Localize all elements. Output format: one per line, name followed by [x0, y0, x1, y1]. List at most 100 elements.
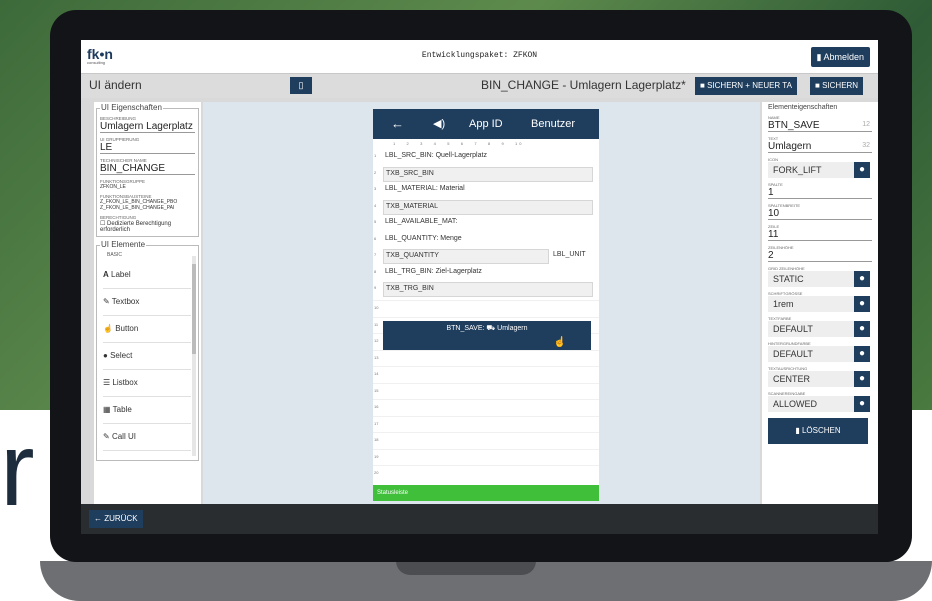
phone-header: ← ◀) App ID Benutzer	[373, 109, 599, 139]
delete-button[interactable]: ▮ LÖSCHEN	[768, 418, 868, 444]
dropdown-icon[interactable]: ●	[854, 346, 870, 362]
ui-group-input[interactable]: LE	[100, 142, 195, 154]
row-number: 10	[374, 305, 379, 310]
row-number: 1	[374, 153, 377, 158]
textbox-name: TXB_MATERIAL	[386, 202, 438, 210]
dropdown-icon[interactable]: ●	[854, 321, 870, 337]
grid-row: 2 TXB_SRC_BIN	[373, 166, 599, 182]
row-number: 5	[374, 219, 377, 224]
edit-icon: ✎	[103, 432, 110, 441]
text-align-select[interactable]: CENTER ●	[768, 371, 870, 387]
row-number: 2	[374, 169, 377, 175]
laptop-notch	[396, 561, 536, 575]
grid-row: 17	[373, 415, 599, 433]
btn-save-element[interactable]: BTN_SAVE: ⛟ Umlagern ☝	[383, 321, 591, 350]
back-arrow-icon[interactable]: ←	[391, 116, 404, 131]
element-label[interactable]: LBL_SRC_BIN: Quell-Lagerplatz	[385, 152, 487, 159]
save-new-button[interactable]: ■ SICHERN + NEUER TA	[695, 77, 797, 95]
grid-row: 19	[373, 448, 599, 466]
right-panel: Elementeigenschaften NAME BTN_SAVE 12 TEX…	[762, 102, 878, 534]
dropdown-icon[interactable]: ●	[854, 271, 870, 287]
element-call-ui[interactable]: ✎ Call UI	[103, 424, 191, 451]
row-number: 14	[374, 371, 379, 376]
auth-checkbox[interactable]: ☐ Dedizierte Berechtigung erforderlich	[100, 220, 195, 233]
font-size-select[interactable]: 1rem ●	[768, 296, 870, 312]
bg-color-select[interactable]: DEFAULT ●	[768, 346, 870, 362]
row-input[interactable]: 11	[768, 229, 872, 241]
save-button[interactable]: ■ SICHERN	[810, 77, 864, 95]
mobile-icon: ▯	[298, 80, 304, 90]
row-number: 16	[374, 404, 379, 409]
dropdown-icon[interactable]: ●	[854, 296, 870, 312]
element-props-title: Elementeigenschaften	[768, 104, 838, 111]
text-color-select[interactable]: DEFAULT ●	[768, 321, 870, 337]
row-number: 7	[374, 252, 377, 257]
bottom-bar: ← ZURÜCK	[81, 504, 878, 534]
list-icon: ☰	[103, 378, 111, 387]
grid-row: 16	[373, 399, 599, 416]
column-numbers: 1 2 3 4 5 6 7 8 9 10	[393, 141, 524, 146]
row-number: 19	[374, 453, 379, 459]
text-input[interactable]: Umlagern 32	[768, 141, 872, 153]
icon-select[interactable]: FORK_LIFT ●	[768, 162, 870, 178]
row-number: 13	[374, 354, 379, 360]
design-canvas: ← ◀) App ID Benutzer 1 2 3 4 5 6 7 8 9 1…	[203, 102, 760, 534]
grid-row: 3 LBL_MATERIAL: Material	[373, 182, 599, 198]
user-label: Benutzer	[531, 118, 576, 130]
app-screen: fk•n consulting Entwicklungspaket: ZFKON …	[81, 40, 878, 534]
row-number: 9	[374, 285, 377, 290]
grid-row: 18	[373, 432, 599, 449]
element-label[interactable]: LBL_QUANTITY: Menge	[385, 235, 462, 242]
element-label[interactable]: LBL_MATERIAL: Material	[385, 185, 465, 192]
user-icon: ▮	[816, 52, 822, 62]
row-number: 6	[374, 235, 377, 241]
scrollbar-thumb[interactable]	[192, 264, 196, 354]
element-button[interactable]: ☝ Button	[103, 316, 191, 343]
grid-row: 10	[373, 300, 599, 317]
mobile-preview-button[interactable]: ▯	[290, 77, 312, 94]
element-textbox[interactable]: TXB_SRC_BIN	[383, 166, 593, 182]
element-table[interactable]: ▦ Table	[103, 397, 191, 424]
package-title: Entwicklungspaket: ZFKON	[421, 51, 538, 60]
element-textbox[interactable]: ✎ Textbox	[103, 289, 191, 316]
element-textbox[interactable]: TXB_MATERIAL	[383, 199, 593, 215]
width-input[interactable]: 10	[768, 208, 872, 220]
dropdown-icon[interactable]: ●	[854, 396, 870, 412]
grid-height-select[interactable]: STATIC ●	[768, 271, 870, 287]
element-textbox[interactable]: TXB_QUANTITY	[383, 249, 549, 264]
dropdown-icon[interactable]: ●	[854, 162, 870, 178]
dropdown-icon[interactable]: ●	[854, 371, 870, 387]
element-label[interactable]: LBL_AVAILABLE_MAT:	[385, 218, 457, 225]
element-label[interactable]: LBL_TRG_BIN: Ziel-Lagerplatz	[385, 268, 482, 275]
column-input[interactable]: 1	[768, 187, 872, 199]
floppy-icon: ■	[700, 81, 705, 90]
page-title: UI ändern	[89, 78, 142, 92]
element-listbox[interactable]: ☰ Listbox	[103, 370, 191, 397]
grid-row: 15	[373, 382, 599, 400]
textbox-name: TXB_QUANTITY	[386, 252, 439, 259]
back-button[interactable]: ← ZURÜCK	[89, 510, 143, 528]
description-input[interactable]: Umlagern Lagerplatz	[100, 121, 195, 133]
ui-title: BIN_CHANGE - Umlagern Lagerplatz*	[481, 78, 686, 92]
edit-icon: ✎	[103, 297, 110, 306]
element-select[interactable]: ● Select	[103, 343, 191, 370]
scrollbar[interactable]	[192, 256, 196, 456]
scanner-select[interactable]: ALLOWED ●	[768, 396, 870, 412]
row-number: 4	[374, 202, 377, 208]
row-number: 12	[374, 338, 379, 343]
element-unit-label[interactable]: LBL_UNIT	[553, 251, 586, 258]
grid-row: 4 TXB_MATERIAL	[373, 199, 599, 215]
element-label[interactable]: A Label	[103, 262, 191, 289]
row-number: 17	[374, 420, 379, 426]
app-id-label: App ID	[469, 118, 503, 130]
name-input[interactable]: BTN_SAVE 12	[768, 120, 872, 132]
element-textbox[interactable]: TXB_TRG_BIN	[383, 282, 593, 297]
logout-button[interactable]: ▮ Abmelden	[810, 47, 870, 67]
grid-row: 9 TXB_TRG_BIN	[373, 281, 599, 297]
technical-name-input[interactable]: BIN_CHANGE	[100, 163, 195, 175]
select-icon: ●	[103, 351, 108, 360]
cursor-icon: ☝	[553, 337, 566, 348]
speaker-icon[interactable]: ◀)	[433, 117, 445, 130]
pointer-icon: ☝	[103, 324, 113, 333]
height-input[interactable]: 2	[768, 250, 872, 262]
